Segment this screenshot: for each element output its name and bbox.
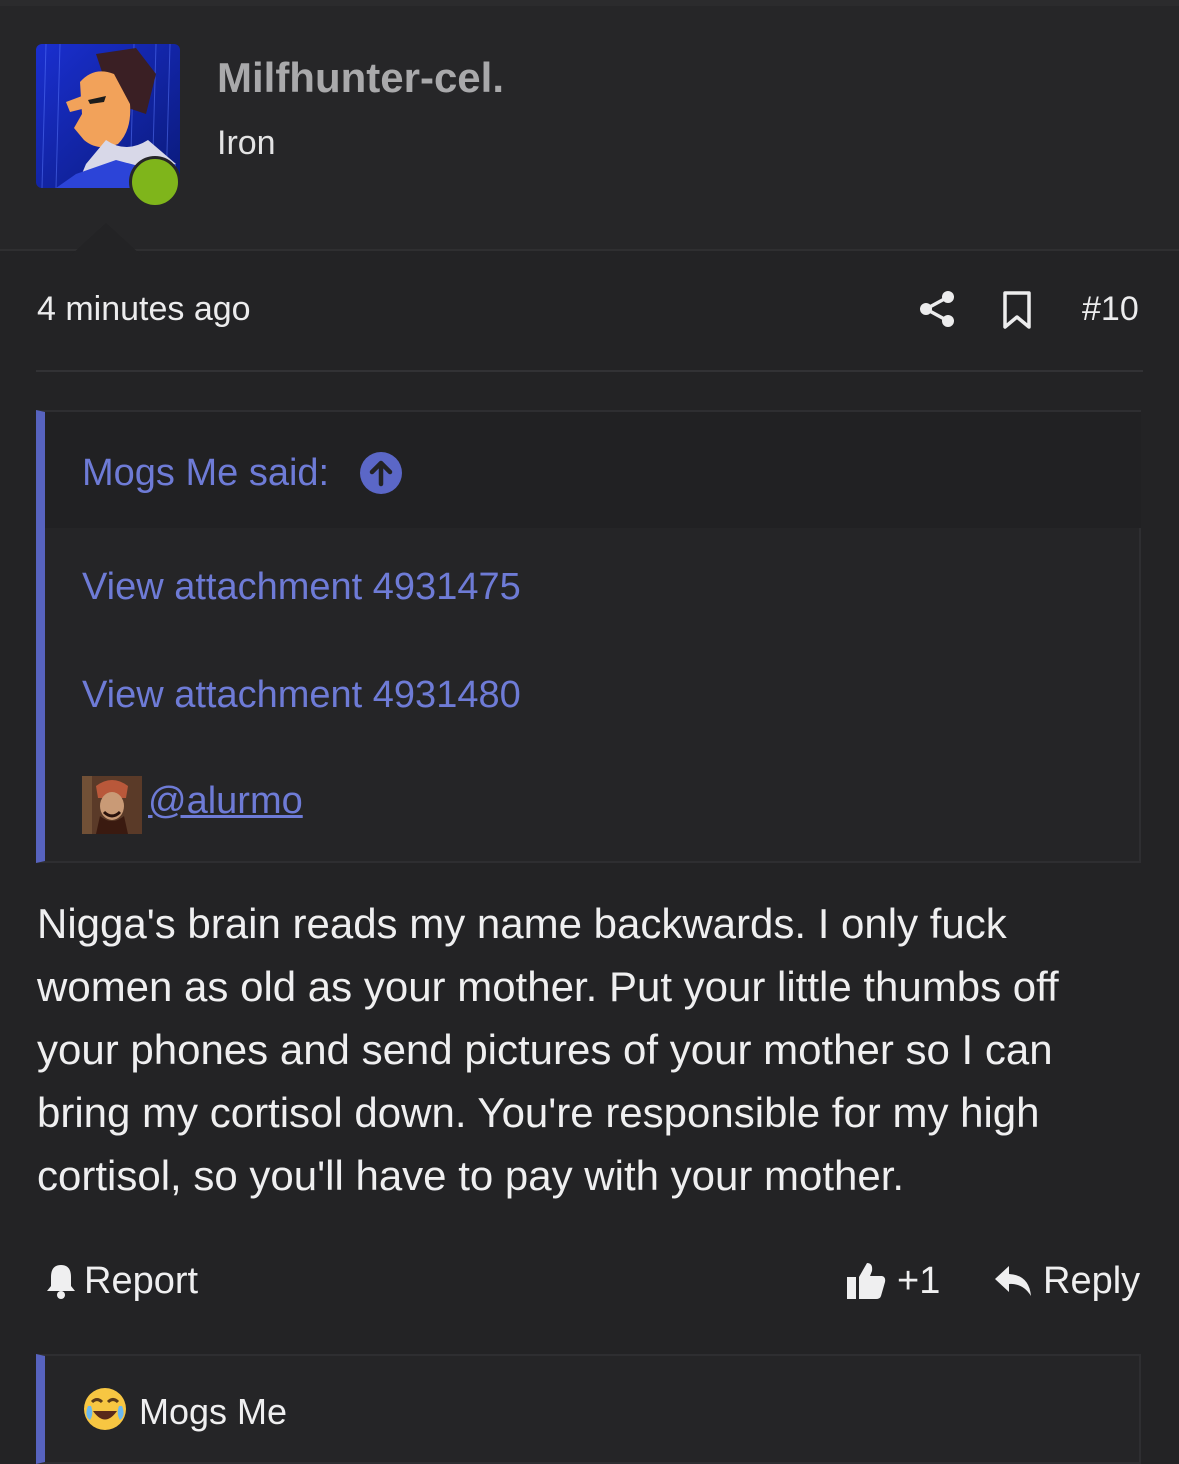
attachment-link[interactable]: View attachment 4931475: [82, 566, 521, 609]
online-status-indicator: [129, 156, 181, 208]
quote-header: Mogs Me said:: [45, 412, 1141, 528]
arrow-up-icon[interactable]: [360, 452, 402, 494]
share-icon[interactable]: [917, 289, 957, 329]
reply-button[interactable]: Reply: [993, 1258, 1140, 1304]
user-mention-link[interactable]: @alurmo: [148, 780, 303, 823]
header-pointer: [70, 223, 142, 256]
username[interactable]: Milfhunter-cel.: [217, 54, 504, 102]
post-number-link[interactable]: #10: [1082, 290, 1139, 329]
report-label: Report: [84, 1259, 199, 1302]
post-content: Nigga's brain reads my name backwards. I…: [37, 900, 1059, 1199]
attachment-link[interactable]: View attachment 4931480: [82, 674, 521, 717]
like-button[interactable]: +1: [845, 1258, 940, 1304]
like-count: +1: [897, 1259, 941, 1302]
reply-arrow-icon: [995, 1266, 1031, 1296]
bookmark-icon[interactable]: [1000, 290, 1034, 330]
crying-laughing-icon: [84, 1388, 126, 1430]
thumbs-up-icon: [847, 1263, 886, 1299]
quote-block: Mogs Me said: View attachment 4931475 Vi…: [36, 410, 1141, 863]
reaction-user-name[interactable]: Mogs Me: [139, 1391, 287, 1433]
reply-label: Reply: [1043, 1259, 1141, 1302]
quote-author-link[interactable]: Mogs Me said:: [82, 452, 329, 495]
meta-divider: [36, 370, 1143, 372]
post-timestamp[interactable]: 4 minutes ago: [37, 290, 251, 329]
user-rank: Iron: [217, 124, 276, 162]
user-header: Milfhunter-cel. Iron: [0, 6, 1179, 256]
report-button[interactable]: Report: [44, 1258, 198, 1304]
mention-avatar: [82, 776, 142, 834]
bell-icon: [47, 1265, 75, 1299]
reactions-bar[interactable]: Mogs Me: [36, 1354, 1141, 1464]
